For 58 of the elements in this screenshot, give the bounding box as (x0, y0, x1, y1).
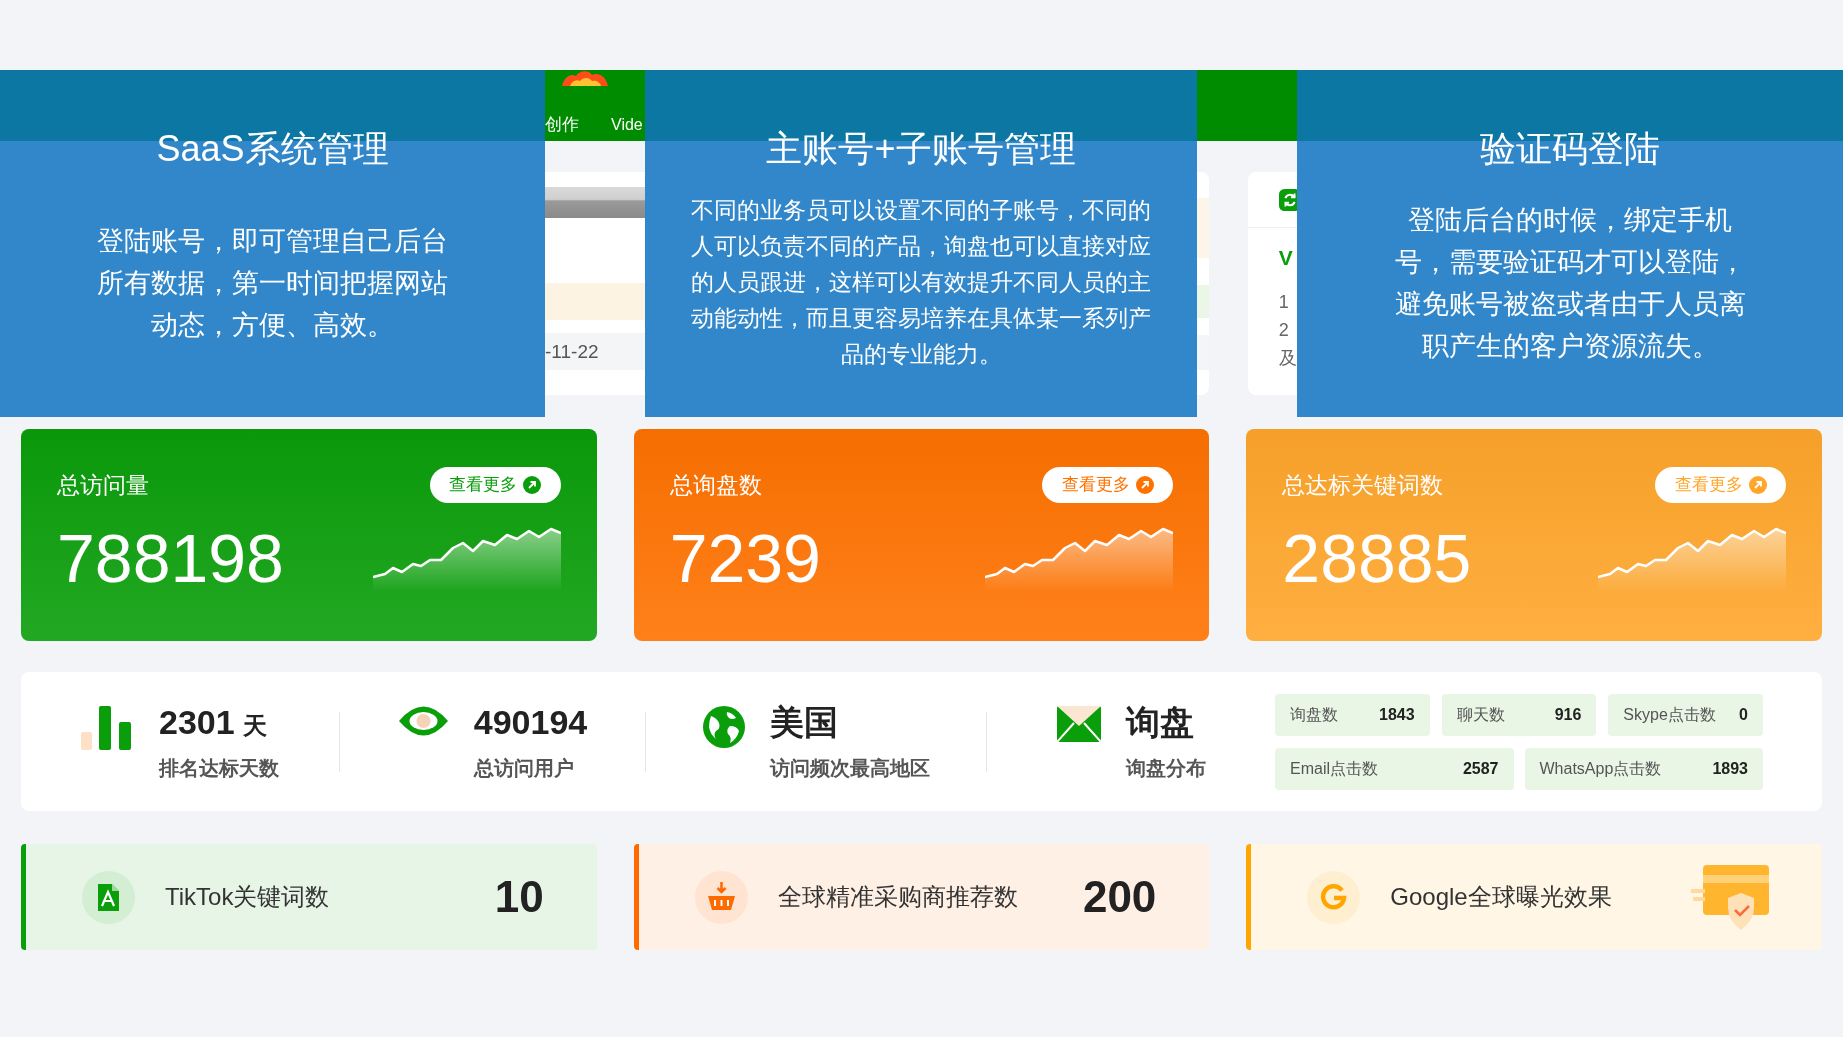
stat-label: 排名达标天数 (159, 758, 279, 778)
card-title: 总询盘数 (669, 470, 762, 500)
bar-chart-icon (81, 706, 134, 750)
arrow-circle-icon (523, 476, 542, 494)
flame-badge-icon (562, 70, 608, 86)
stat-label: 询盘分布 (1125, 758, 1206, 778)
nav-item[interactable]: 创作 (545, 116, 579, 133)
version-text: V (1278, 247, 1293, 268)
arrow-circle-icon (1135, 476, 1154, 494)
panel-title: 验证码登陆 (1480, 131, 1660, 167)
arrow-circle-icon (1748, 476, 1767, 494)
panel-title: 主账号+子账号管理 (766, 131, 1076, 167)
panel-description: 登陆账号，即可管理自己后台所有数据，第一时间把握网站动态，方便、高效。 (96, 225, 449, 342)
log-line: 及 (1278, 347, 1297, 370)
stat-value: 28885 (1282, 524, 1472, 592)
log-line: 2 (1278, 319, 1289, 342)
feature-value: 10 (494, 875, 544, 919)
stat-value: 490194 (473, 705, 588, 739)
feature-value: 200 (1082, 875, 1157, 919)
panel-title: SaaS系统管理 (156, 131, 389, 167)
panel-description: 不同的业务员可以设置不同的子账号，不同的人可以负责不同的产品，询盘也可以直接对应的人员跟进，这样可以有效提升不同人员的主动能动性，而且更容易培养在具体某一系列产品的专业能力。 (690, 196, 1152, 369)
stat-value: 7239 (669, 524, 821, 592)
stat-value: 2301 (159, 705, 235, 739)
g-logo-icon (1307, 870, 1361, 924)
more-button[interactable]: 查看更多 (1655, 467, 1786, 503)
nav-item[interactable]: Vide (611, 117, 643, 133)
counter-label: 聊天数 (1456, 704, 1505, 725)
counter-value: 2587 (1462, 758, 1499, 779)
stat-value: 788198 (57, 524, 284, 592)
counter-label: Skype点击数 (1623, 704, 1716, 725)
counter-value: 1843 (1379, 704, 1415, 725)
card-title: 总达标关键词数 (1282, 470, 1444, 500)
unit-label: 天 (242, 714, 267, 738)
basket-icon (694, 870, 748, 924)
order-time-text: -11-22 (545, 342, 599, 361)
more-button[interactable]: 查看更多 (1042, 467, 1174, 503)
log-line: 1 (1278, 291, 1289, 314)
counter-label: 询盘数 (1290, 704, 1338, 725)
more-button[interactable]: 查看更多 (429, 467, 561, 503)
feature-label: 全球精准采购商推荐数 (777, 882, 1018, 912)
card-title: 总访问量 (57, 470, 149, 500)
document-icon (82, 870, 135, 924)
counter-label: Email点击数 (1290, 758, 1378, 779)
counter-value: 1893 (1712, 758, 1748, 779)
stat-value: 美国 (769, 705, 838, 739)
counter-value: 0 (1739, 704, 1748, 725)
counter-value: 916 (1554, 704, 1582, 725)
panel-description: 登陆后台的时候，绑定手机号，需要验证码才可以登陆，避免账号被盗或者由于人员离职产生的客户资源流失。 (1394, 204, 1746, 363)
stat-label: 访问频次最高地区 (769, 758, 930, 778)
envelope-icon (1056, 706, 1101, 742)
counter-label: WhatsApp点击数 (1539, 758, 1662, 779)
stat-value: 询盘 (1125, 705, 1194, 739)
feature-label: Google全球曝光效果 (1390, 882, 1612, 912)
feature-label: TikTok关键词数 (165, 882, 330, 912)
card-shield-icon (1691, 864, 1769, 930)
eye-icon (397, 706, 449, 736)
globe-icon (702, 706, 745, 748)
stat-label: 总访问用户 (473, 758, 575, 778)
